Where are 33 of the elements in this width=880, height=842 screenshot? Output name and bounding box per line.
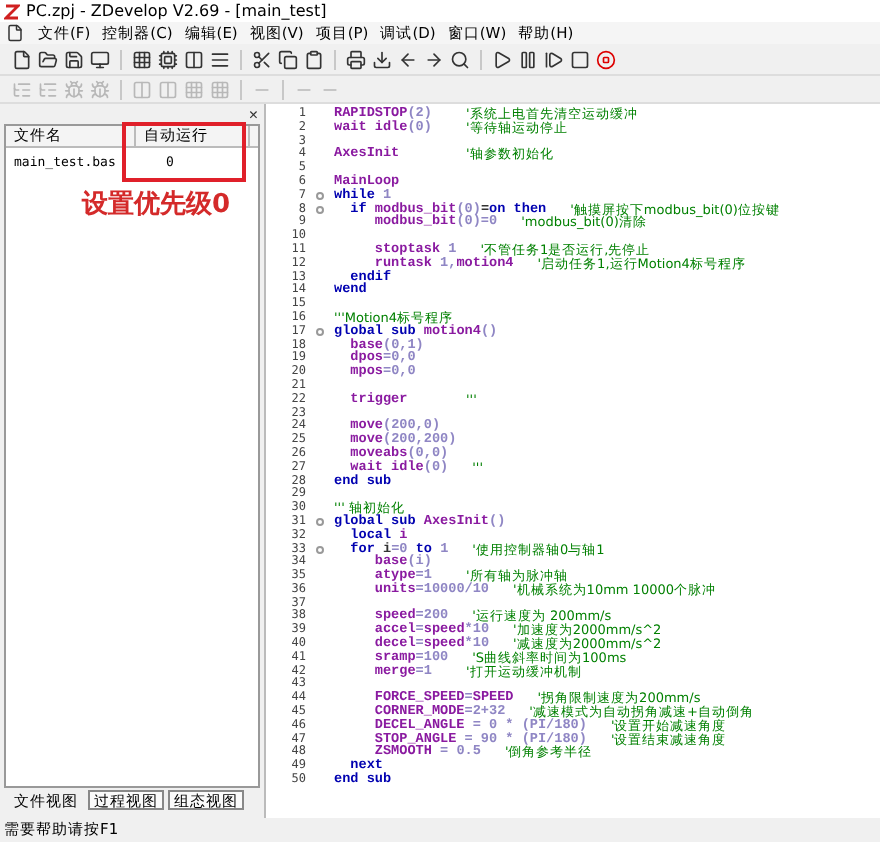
pause-icon[interactable] [518, 49, 538, 69]
save-icon[interactable] [64, 49, 84, 69]
copy-icon[interactable] [278, 49, 298, 69]
paste-icon[interactable] [304, 49, 324, 69]
grid-icon[interactable] [132, 49, 152, 69]
print-icon[interactable] [346, 49, 366, 69]
stop-circle-icon[interactable] [596, 49, 616, 69]
document-icon[interactable] [6, 23, 26, 43]
back-arrow-icon[interactable] [398, 49, 418, 69]
annotation-text: 设置优先级0 [82, 188, 231, 222]
app-logo-icon [4, 3, 20, 19]
fold-marker-icon[interactable] [316, 545, 324, 554]
search-icon[interactable] [450, 49, 470, 69]
stop-square-icon[interactable] [570, 49, 590, 69]
play-icon[interactable] [492, 49, 512, 69]
step-icon[interactable] [544, 49, 564, 69]
forward-arrow-icon[interactable] [424, 49, 444, 69]
lines-icon[interactable] [210, 49, 230, 69]
fold-marker-icon[interactable] [316, 205, 324, 214]
open-folder-icon[interactable] [38, 49, 58, 69]
chip-icon[interactable] [158, 49, 178, 69]
fold-marker-icon[interactable] [316, 328, 324, 337]
window-title: PC.zpj - ZDevelop V2.69 - [main_test] [26, 1, 327, 21]
new-file-icon[interactable] [12, 49, 32, 69]
cut-icon[interactable] [252, 49, 272, 69]
monitor-icon[interactable] [90, 49, 110, 69]
fold-marker-icon[interactable] [316, 518, 324, 527]
close-button[interactable]: × [248, 104, 258, 124]
highlight-box [122, 122, 246, 182]
fold-marker-icon[interactable] [316, 192, 324, 201]
columns-icon[interactable] [184, 49, 204, 69]
download-icon[interactable] [372, 49, 392, 69]
code-editor[interactable] [266, 104, 880, 818]
